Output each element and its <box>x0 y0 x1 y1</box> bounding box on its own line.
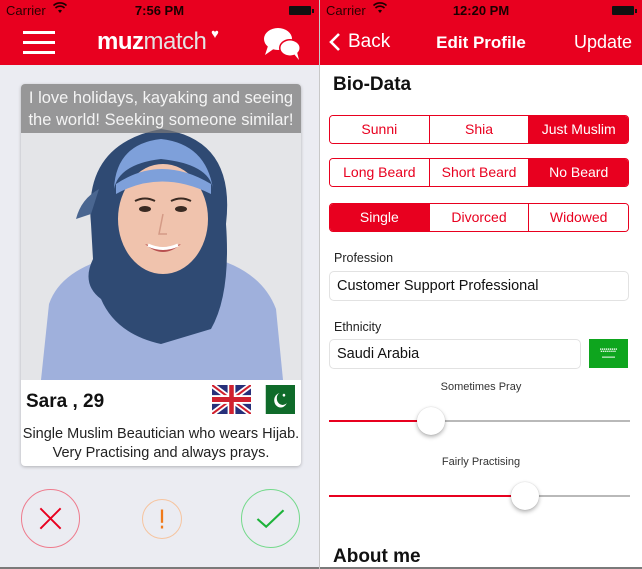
logo-text-muz: muz <box>97 28 144 55</box>
pakistan-flag-icon <box>256 385 295 414</box>
religiosity-slider[interactable] <box>329 481 630 511</box>
profile-bio: Single Muslim Beautician who wears Hijab… <box>22 426 300 461</box>
status-bar: Carrier 12:20 PM <box>320 0 642 22</box>
about-me-heading: About me <box>333 546 421 567</box>
beard-option-none[interactable]: No Beard <box>529 159 628 186</box>
battery-icon <box>289 6 314 15</box>
profile-photo: I love holidays, kayaking and seeing the… <box>21 84 301 380</box>
x-icon <box>39 507 62 530</box>
slider-fill <box>329 495 525 497</box>
hamburger-menu-icon[interactable] <box>23 31 55 55</box>
bio-data-heading: Bio-Data <box>333 74 412 95</box>
marital-status-selector: Single Divorced Widowed <box>329 203 629 232</box>
status-option-widowed[interactable]: Widowed <box>529 204 628 231</box>
profile-tagline: I love holidays, kayaking and seeing the… <box>21 84 301 133</box>
beard-option-long[interactable]: Long Beard <box>330 159 430 186</box>
muzmatch-logo: muzmatch ♥ <box>97 26 219 56</box>
logo-text-match: match <box>143 28 207 55</box>
profile-name-age: Sara , 29 <box>26 391 105 412</box>
heart-icon: ♥ <box>211 26 219 41</box>
accept-button[interactable] <box>241 489 300 548</box>
profile-card[interactable]: I love holidays, kayaking and seeing the… <box>21 84 301 466</box>
reject-button[interactable] <box>21 489 80 548</box>
prayer-slider[interactable] <box>329 406 630 436</box>
clock: 12:20 PM <box>452 3 510 18</box>
chat-bubbles-icon[interactable] <box>263 26 303 62</box>
match-screen: Carrier 7:56 PM muzmatch ♥ I love holida… <box>0 0 319 569</box>
profession-input[interactable] <box>329 271 629 301</box>
sect-option-sunni[interactable]: Sunni <box>330 116 430 143</box>
status-bar: Carrier 7:56 PM <box>0 0 319 22</box>
exclamation-icon <box>160 509 164 529</box>
status-option-single[interactable]: Single <box>330 204 430 231</box>
religiosity-slider-label: Fairly Practising <box>441 456 521 468</box>
clock: 7:56 PM <box>134 3 185 18</box>
sect-selector: Sunni Shia Just Muslim <box>329 115 629 144</box>
edit-profile-screen: Carrier 12:20 PM Back Edit Profile Updat… <box>320 0 642 569</box>
sect-option-shia[interactable]: Shia <box>429 116 530 143</box>
slider-thumb[interactable] <box>417 407 446 435</box>
status-option-divorced[interactable]: Divorced <box>429 204 530 231</box>
sect-option-just-muslim[interactable]: Just Muslim <box>529 116 628 143</box>
profession-label: Profession <box>334 251 394 265</box>
top-nav-bar: Back Edit Profile Update <box>320 22 642 65</box>
profile-info: Sara , 29 Single Muslim Beautician who w… <box>21 380 301 466</box>
beard-selector: Long Beard Short Beard No Beard <box>329 158 629 187</box>
slider-fill <box>329 420 432 422</box>
saudi-arabia-flag-icon[interactable] <box>589 339 628 368</box>
report-button[interactable] <box>142 499 182 539</box>
slider-thumb[interactable] <box>510 482 539 510</box>
checkmark-icon <box>256 509 285 529</box>
top-nav-bar: muzmatch ♥ <box>0 22 319 65</box>
ethnicity-input[interactable] <box>329 339 581 369</box>
beard-option-short[interactable]: Short Beard <box>429 159 530 186</box>
ethnicity-label: Ethnicity <box>334 320 382 334</box>
prayer-slider-label: Sometimes Pray <box>440 381 522 393</box>
battery-icon <box>612 6 637 15</box>
uk-flag-icon <box>212 385 251 414</box>
update-button[interactable]: Update <box>574 32 632 53</box>
